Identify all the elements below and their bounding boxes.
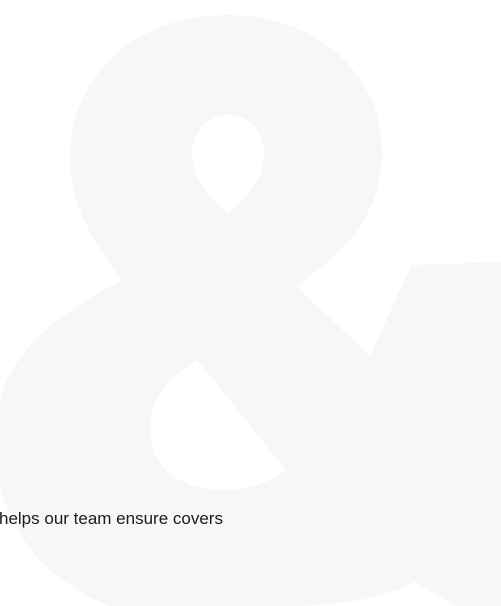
body-text-snippet: helps our team ensure covers (0, 509, 223, 528)
page-canvas: helps our team ensure covers (0, 0, 501, 606)
